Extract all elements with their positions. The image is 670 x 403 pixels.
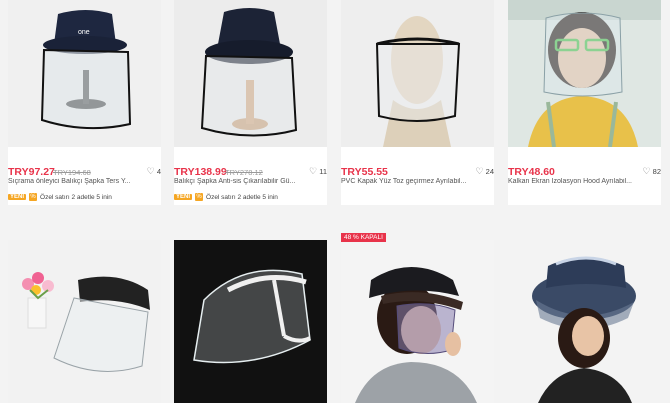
product-image[interactable] bbox=[341, 240, 494, 403]
heart-icon[interactable]: ♡ bbox=[147, 166, 155, 176]
product-image[interactable] bbox=[341, 0, 494, 147]
tag-icon: % bbox=[195, 193, 204, 201]
promo-text: Özel satırı 2 adetle 5 inin bbox=[206, 193, 278, 201]
promo-row: YENİ % Özel satırı 2 adetle 5 inin bbox=[8, 193, 112, 201]
product-price: TRY48.60 bbox=[508, 166, 555, 178]
like-count-value: 24 bbox=[485, 167, 494, 176]
product-price: TRY55.55 bbox=[341, 166, 388, 178]
like-count[interactable]: ♡ 24 bbox=[475, 166, 494, 177]
product-image[interactable] bbox=[508, 0, 661, 147]
product-title[interactable]: Balıkçı Şapka Anti-sis Çıkarılabilir Gü.… bbox=[174, 178, 327, 185]
product-price: TRY138.99 bbox=[174, 166, 227, 178]
product-image[interactable] bbox=[174, 0, 327, 147]
product-title[interactable]: Kalkan Ekran İzolasyon Hood Ayrılabil... bbox=[508, 178, 661, 185]
like-count[interactable]: ♡ 11 bbox=[309, 166, 327, 177]
promo-text: Özel satırı 2 adetle 5 inin bbox=[40, 193, 112, 201]
product-image[interactable] bbox=[8, 240, 161, 403]
product-card[interactable] bbox=[174, 240, 327, 403]
heart-icon[interactable]: ♡ bbox=[475, 166, 483, 176]
product-card[interactable]: one TRY97.27 TRY194.68 ♡ 4 Sıçrama önley… bbox=[8, 0, 161, 205]
discount-badge: 48 % KAPALI bbox=[341, 233, 386, 242]
like-count-value: 11 bbox=[319, 167, 327, 176]
product-image[interactable] bbox=[508, 240, 661, 403]
product-title[interactable]: PVC Kapak Yüz Toz geçirmez Ayrılabil... bbox=[341, 178, 494, 185]
old-price: TRY194.68 bbox=[53, 168, 91, 177]
product-price: TRY97.27 bbox=[8, 166, 55, 178]
new-badge: YENİ bbox=[8, 194, 27, 200]
product-image[interactable]: one bbox=[8, 0, 161, 147]
svg-text:one: one bbox=[78, 29, 90, 36]
product-title[interactable]: Sıçrama önleyici Balıkçı Şapka Ters Y... bbox=[8, 178, 161, 185]
tag-icon: % bbox=[29, 193, 38, 201]
heart-icon[interactable]: ♡ bbox=[309, 166, 317, 176]
product-card[interactable]: 48 % KAPALI bbox=[341, 233, 494, 403]
old-price: TRY278.12 bbox=[225, 168, 263, 177]
product-image[interactable] bbox=[174, 240, 327, 403]
product-card[interactable] bbox=[508, 240, 661, 403]
like-count-value: 4 bbox=[156, 167, 161, 176]
like-count[interactable]: ♡ 82 bbox=[642, 166, 661, 177]
like-count-value: 82 bbox=[652, 167, 661, 176]
product-card[interactable] bbox=[8, 240, 161, 403]
product-card[interactable]: TRY138.99 TRY278.12 ♡ 11 Balıkçı Şapka A… bbox=[174, 0, 327, 205]
product-card[interactable]: TRY48.60 ♡ 82 Kalkan Ekran İzolasyon Hoo… bbox=[508, 0, 661, 205]
new-badge: YENİ bbox=[174, 194, 193, 200]
like-count[interactable]: ♡ 4 bbox=[147, 166, 161, 177]
promo-row: YENİ % Özel satırı 2 adetle 5 inin bbox=[174, 193, 278, 201]
product-card[interactable]: TRY55.55 ♡ 24 PVC Kapak Yüz Toz geçirmez… bbox=[341, 0, 494, 205]
heart-icon[interactable]: ♡ bbox=[642, 166, 650, 176]
